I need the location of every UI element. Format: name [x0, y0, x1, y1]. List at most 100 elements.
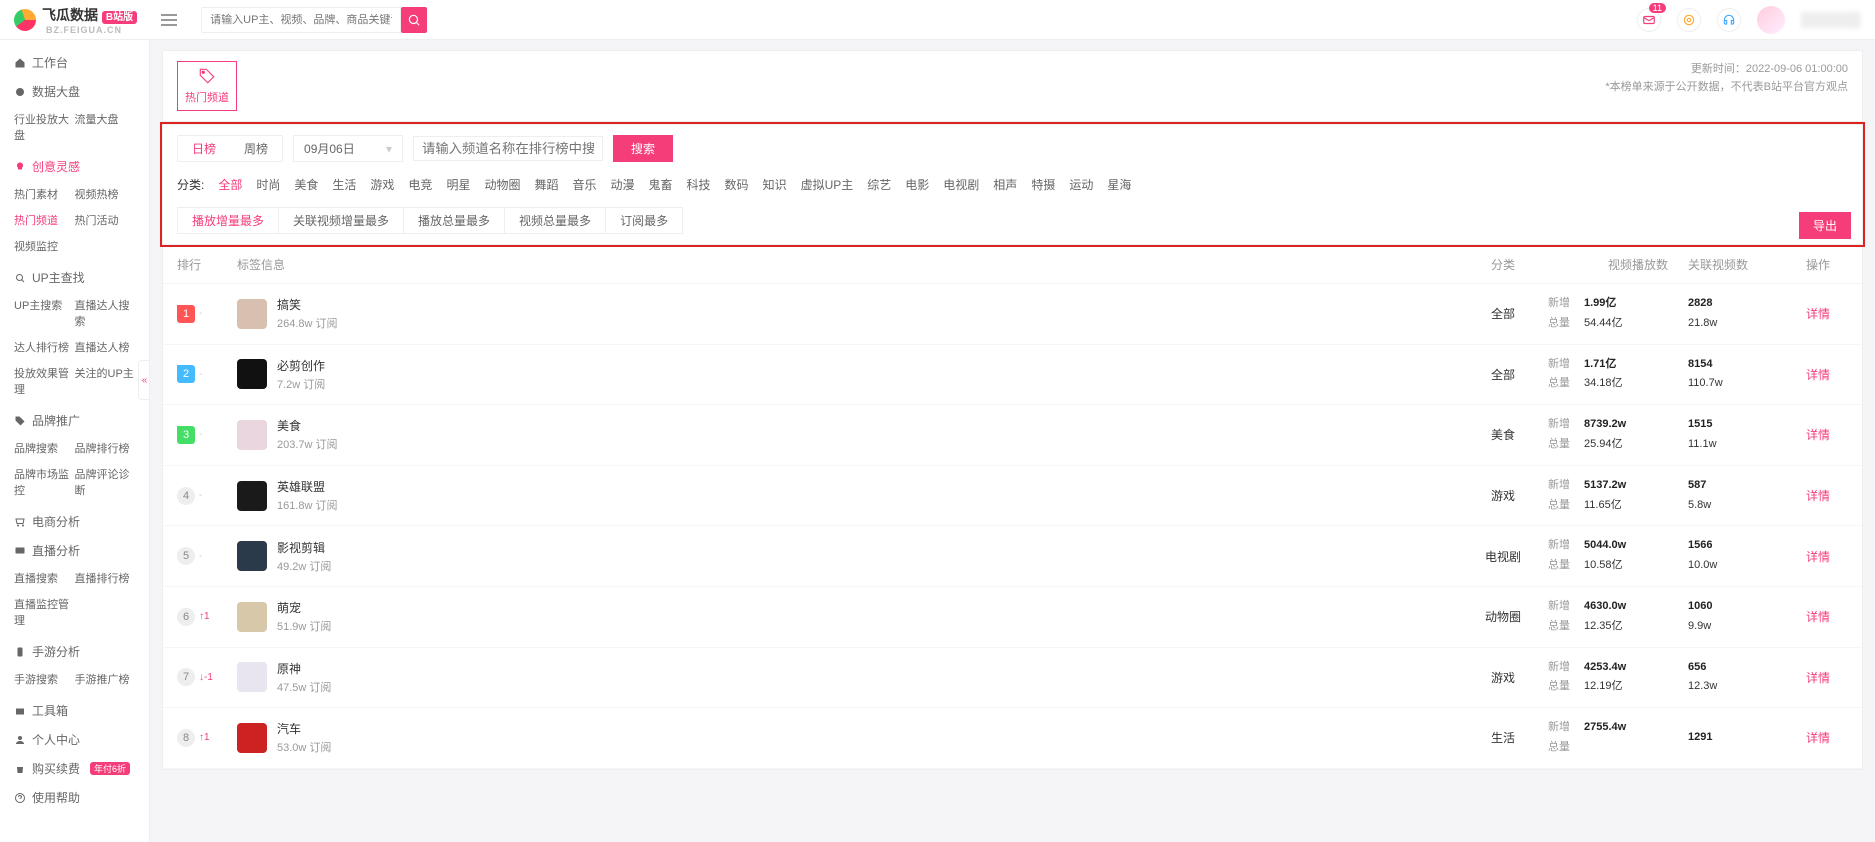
user-name[interactable]: [1801, 12, 1861, 28]
sidebar-item-toolbox[interactable]: 工具箱: [0, 696, 149, 725]
sidebar-sub-hot-activity[interactable]: 热门活动: [75, 209, 136, 231]
sidebar-sub-brandrank[interactable]: 品牌排行榜: [75, 437, 136, 459]
sort-tab-3[interactable]: 视频总量最多: [504, 207, 606, 234]
sidebar-sub-gamepromo[interactable]: 手游推广榜: [75, 668, 136, 690]
channel-search-input[interactable]: [413, 136, 603, 161]
tab-day[interactable]: 日榜: [178, 136, 230, 161]
channel-name[interactable]: 萌宠: [277, 599, 331, 616]
category-科技[interactable]: 科技: [687, 176, 711, 193]
search-input[interactable]: [202, 14, 400, 26]
sidebar-sub-industry[interactable]: 行业投放大盘: [14, 108, 75, 146]
category-特摄[interactable]: 特摄: [1031, 176, 1055, 193]
category-星海[interactable]: 星海: [1107, 176, 1131, 193]
channel-name[interactable]: 美食: [277, 417, 338, 434]
sidebar-collapse-handle[interactable]: «: [138, 360, 150, 400]
detail-link[interactable]: 详情: [1806, 610, 1830, 624]
category-电竞[interactable]: 电竞: [408, 176, 432, 193]
sidebar-sub-brandcomment[interactable]: 品牌评论诊断: [75, 463, 136, 501]
category-美食[interactable]: 美食: [294, 176, 318, 193]
sidebar-sub-hot-material[interactable]: 热门素材: [14, 183, 75, 205]
sidebar-item-help[interactable]: 使用帮助: [0, 783, 149, 812]
sidebar-sub-liverank[interactable]: 直播排行榜: [75, 567, 136, 589]
channel-name[interactable]: 必剪创作: [277, 357, 325, 374]
sidebar-item-workbench[interactable]: 工作台: [0, 48, 149, 77]
category-舞蹈[interactable]: 舞蹈: [534, 176, 558, 193]
category-全部[interactable]: 全部: [218, 176, 242, 193]
channel-name[interactable]: 汽车: [277, 720, 331, 737]
sidebar-sub-livesearch[interactable]: 直播搜索: [14, 567, 75, 589]
sidebar-sub-up[interactable]: UP主搜索: [14, 294, 75, 332]
sort-tab-0[interactable]: 播放增量最多: [177, 207, 279, 234]
envelope-icon: [1642, 13, 1656, 27]
menu-toggle-icon[interactable]: [161, 19, 177, 21]
support-button[interactable]: [1717, 8, 1741, 32]
detail-link[interactable]: 详情: [1806, 671, 1830, 685]
sidebar-sub-live-talent[interactable]: 直播达人搜索: [75, 294, 136, 332]
sidebar-item-purchase[interactable]: 购买续费年付6折: [0, 754, 149, 783]
date-select[interactable]: 09月06日 ▾: [293, 135, 403, 162]
category-时尚[interactable]: 时尚: [256, 176, 280, 193]
sidebar-sub-gamesearch[interactable]: 手游搜索: [14, 668, 75, 690]
search-button[interactable]: [401, 7, 427, 33]
logo[interactable]: 飞瓜数据 B站版 BZ.FEIGUA.CN: [14, 5, 137, 35]
category-电视剧[interactable]: 电视剧: [943, 176, 979, 193]
sidebar-item-live[interactable]: 直播分析: [0, 536, 149, 565]
sidebar-sub-video-rank[interactable]: 视频热榜: [75, 183, 136, 205]
category-相声[interactable]: 相声: [993, 176, 1017, 193]
channel-name[interactable]: 英雄联盟: [277, 478, 338, 495]
detail-link[interactable]: 详情: [1806, 731, 1830, 745]
rel-total: 110.7w: [1688, 374, 1723, 394]
detail-link[interactable]: 详情: [1806, 489, 1830, 503]
stat-new-label: 新增: [1548, 355, 1576, 375]
channel-name[interactable]: 原神: [277, 660, 331, 677]
channel-thumb: [237, 662, 267, 692]
category-动漫[interactable]: 动漫: [611, 176, 635, 193]
sort-tab-2[interactable]: 播放总量最多: [403, 207, 505, 234]
category-动物圈[interactable]: 动物圈: [484, 176, 520, 193]
sidebar-sub-placement[interactable]: 投放效果管理: [14, 362, 75, 400]
target-button[interactable]: [1677, 8, 1701, 32]
sort-tab-1[interactable]: 关联视频增量最多: [278, 207, 404, 234]
sidebar-sub-follow[interactable]: 关注的UP主: [75, 362, 136, 400]
sidebar-item-upsearch[interactable]: UP主查找: [0, 263, 149, 292]
channel-name[interactable]: 搞笑: [277, 296, 338, 313]
sidebar-sub-talent-rank[interactable]: 达人排行榜: [14, 336, 75, 358]
category-运动[interactable]: 运动: [1069, 176, 1093, 193]
category-知识[interactable]: 知识: [763, 176, 787, 193]
export-button[interactable]: 导出: [1799, 212, 1851, 239]
detail-link[interactable]: 详情: [1806, 368, 1830, 382]
category-游戏[interactable]: 游戏: [370, 176, 394, 193]
sort-tab-4[interactable]: 订阅最多: [605, 207, 683, 234]
category-生活[interactable]: 生活: [332, 176, 356, 193]
sidebar-sub-video-monitor[interactable]: 视频监控: [14, 235, 75, 257]
sidebar-item-ecom[interactable]: 电商分析: [0, 507, 149, 536]
sidebar-sub-traffic[interactable]: 流量大盘: [75, 108, 136, 146]
detail-link[interactable]: 详情: [1806, 428, 1830, 442]
category-鬼畜[interactable]: 鬼畜: [649, 176, 673, 193]
category-虚拟UP主[interactable]: 虚拟UP主: [801, 176, 854, 193]
sidebar-sub-brandsearch[interactable]: 品牌搜索: [14, 437, 75, 459]
category-电影[interactable]: 电影: [905, 176, 929, 193]
user-avatar[interactable]: [1757, 6, 1785, 34]
sidebar-sub-brandmonitor[interactable]: 品牌市场监控: [14, 463, 75, 501]
sidebar-item-mobile[interactable]: 手游分析: [0, 637, 149, 666]
table-row: 2-必剪创作7.2w 订阅全部新增1.71亿总量34.18亿8154110.7w…: [163, 345, 1862, 406]
sidebar-item-databoard[interactable]: 数据大盘: [0, 77, 149, 106]
category-音乐[interactable]: 音乐: [572, 176, 596, 193]
sidebar-sub-hot-channel[interactable]: 热门频道: [14, 209, 75, 231]
message-button[interactable]: 11: [1637, 8, 1661, 32]
detail-link[interactable]: 详情: [1806, 307, 1830, 321]
channel-search-button[interactable]: 搜索: [613, 135, 673, 162]
sidebar-sub-live-rank[interactable]: 直播达人榜: [75, 336, 136, 358]
category-数码[interactable]: 数码: [725, 176, 749, 193]
sidebar-item-brand[interactable]: 品牌推广: [0, 406, 149, 435]
detail-link[interactable]: 详情: [1806, 550, 1830, 564]
sidebar-sub-livemonitor[interactable]: 直播监控管理: [14, 593, 75, 631]
category-综艺[interactable]: 综艺: [867, 176, 891, 193]
sidebar-item-personal[interactable]: 个人中心: [0, 725, 149, 754]
category-明星[interactable]: 明星: [446, 176, 470, 193]
tab-week[interactable]: 周榜: [230, 136, 282, 161]
channel-name[interactable]: 影视剪辑: [277, 539, 331, 556]
play-new: 1.99亿: [1584, 294, 1616, 314]
sidebar-item-creative[interactable]: 创意灵感: [0, 152, 149, 181]
